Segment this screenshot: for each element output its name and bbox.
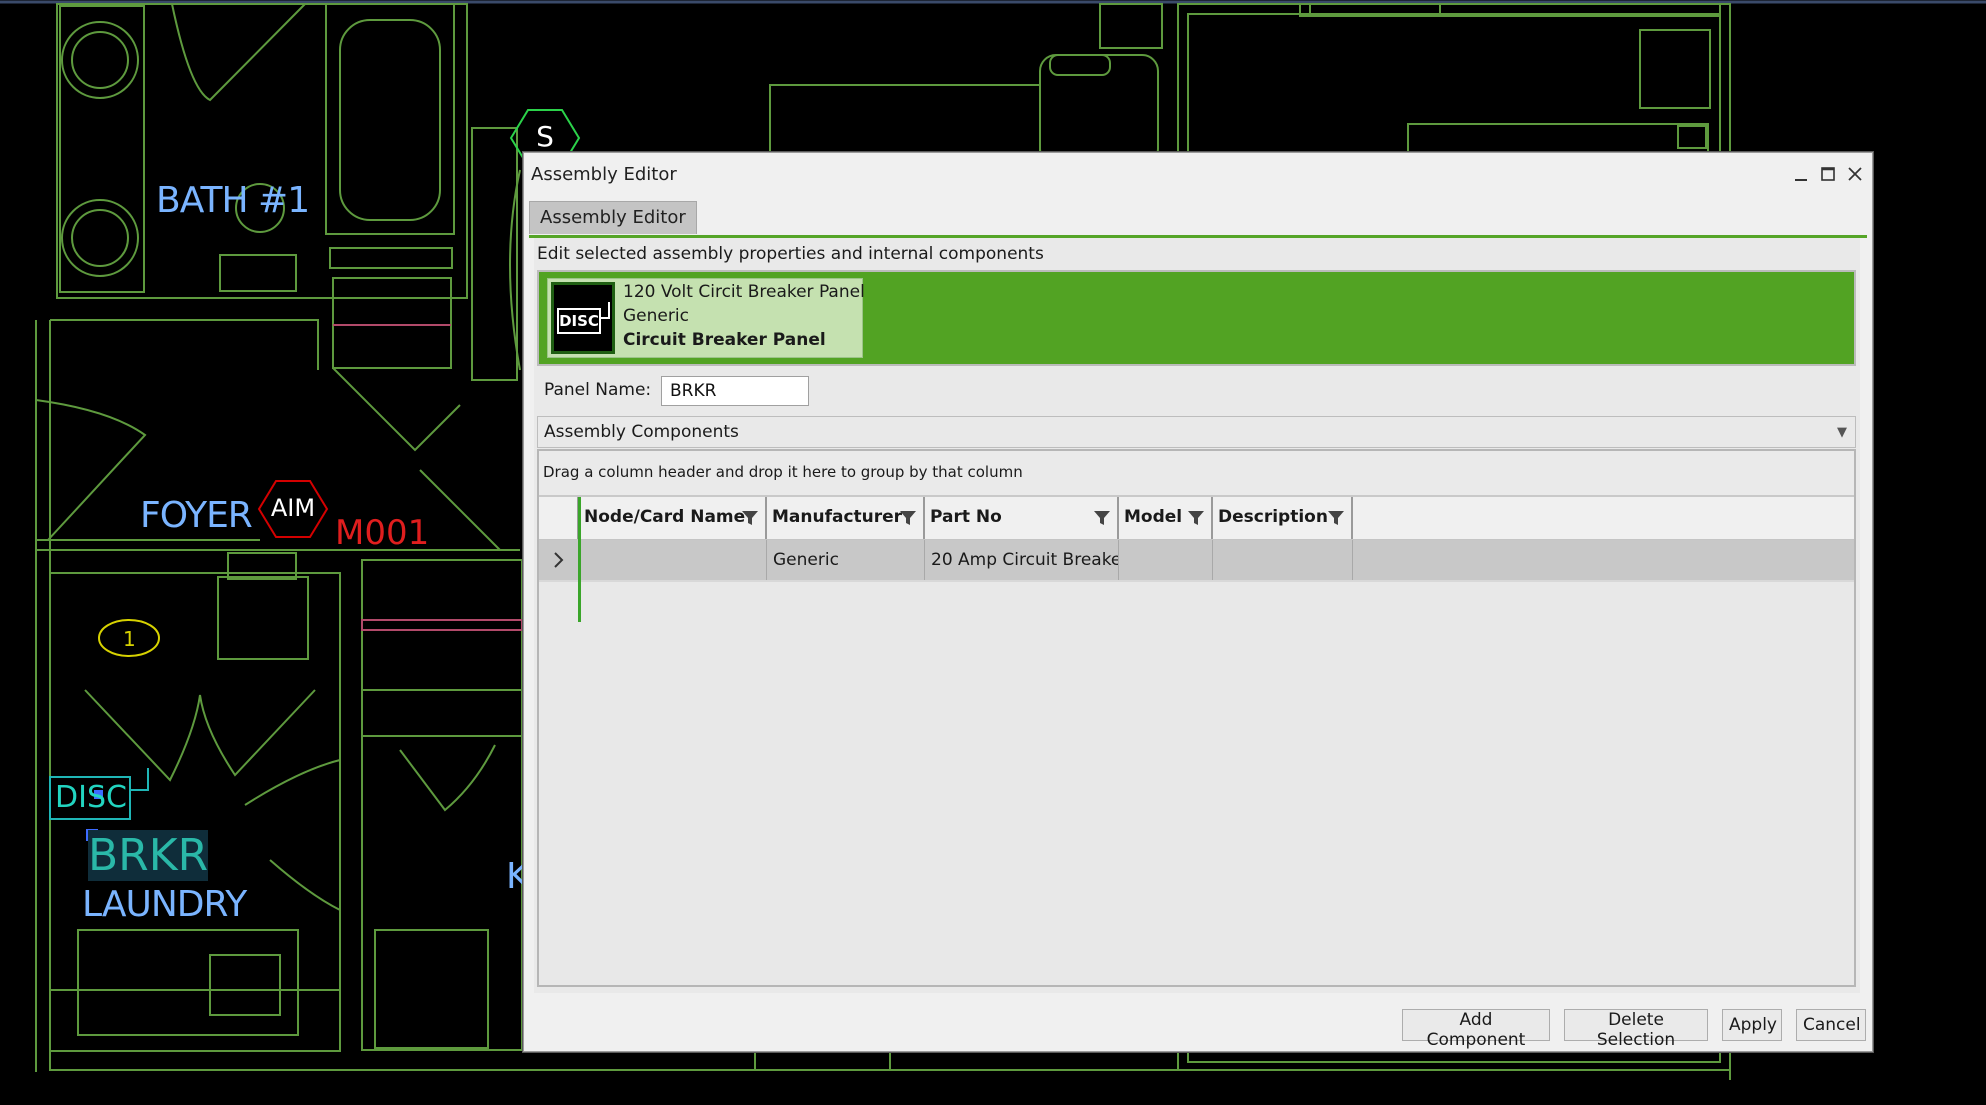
editor-content: Edit selected assembly properties and in…	[534, 238, 1860, 993]
panel-name-input[interactable]	[661, 376, 809, 406]
add-component-button[interactable]: Add Component	[1402, 1009, 1550, 1050]
row-expander-cell[interactable]	[539, 540, 579, 580]
minimize-icon[interactable]	[1790, 163, 1812, 185]
column-header-label: Node/Card Name	[584, 507, 746, 527]
column-header-label: Model	[1124, 507, 1183, 527]
aim-tag: AIM	[270, 494, 316, 522]
tab-strip: Assembly Editor	[529, 199, 1867, 238]
cell-model[interactable]	[1119, 540, 1213, 580]
column-header-label: Manufacturer	[772, 507, 903, 527]
column-header-manufacturer[interactable]: Manufacturer	[767, 497, 925, 539]
chevron-right-icon[interactable]	[551, 550, 567, 570]
group-by-hint: Drag a column header and drop it here to…	[543, 463, 1023, 481]
room-label-foyer: FOYER	[140, 495, 253, 536]
column-header-model[interactable]: Model	[1119, 497, 1213, 539]
cell-node-card-name[interactable]	[579, 540, 767, 580]
cell-manufacturer[interactable]: Generic	[767, 540, 925, 580]
assembly-components-title: Assembly Components	[544, 422, 739, 442]
column-header-part-no[interactable]: Part No	[925, 497, 1119, 539]
expander-column-header	[539, 497, 579, 539]
column-header-node-card-name[interactable]: Node/Card Name	[579, 497, 767, 539]
dialog-footer: Add Component Delete Selection Apply Can…	[524, 999, 1872, 1051]
room-label-bath: BATH #1	[156, 180, 310, 221]
components-grid: Drag a column header and drop it here to…	[537, 449, 1856, 987]
delete-selection-button[interactable]: Delete Selection	[1564, 1009, 1708, 1050]
assembly-editor-dialog: Assembly Editor Assembly Editor Edit sel…	[523, 152, 1873, 1052]
brkr-label[interactable]: BRKR	[88, 830, 209, 881]
circle-tag-1: 1	[123, 627, 136, 651]
collapse-arrow-icon[interactable]: ▼	[1837, 425, 1847, 440]
s-tag: S	[536, 120, 554, 153]
title-bar[interactable]: Assembly Editor	[524, 153, 1872, 195]
panel-name-label: Panel Name:	[544, 380, 652, 400]
assembly-components-header[interactable]: Assembly Components ▼	[537, 416, 1856, 448]
maximize-icon[interactable]	[1817, 163, 1839, 185]
group-by-panel[interactable]: Drag a column header and drop it here to…	[539, 451, 1854, 497]
assembly-name: 120 Volt Circit Breaker Panel	[623, 282, 865, 302]
tab-assembly-editor[interactable]: Assembly Editor	[529, 201, 697, 234]
disc-tag[interactable]: DISC	[55, 780, 127, 815]
cell-description[interactable]	[1213, 540, 1353, 580]
column-header-label: Part No	[930, 507, 1002, 527]
column-header-label: Description	[1218, 507, 1328, 527]
cancel-button[interactable]: Cancel	[1796, 1009, 1866, 1041]
editor-description: Edit selected assembly properties and in…	[537, 244, 1044, 264]
row-selection-indicator	[578, 497, 581, 622]
disc-icon-label: DISC	[557, 308, 601, 334]
filter-icon[interactable]	[1187, 509, 1205, 527]
filter-icon[interactable]	[1093, 509, 1111, 527]
filter-icon[interactable]	[899, 509, 917, 527]
room-label-laundry: LAUNDRY	[82, 884, 247, 925]
column-header-description[interactable]: Description	[1213, 497, 1353, 539]
close-icon[interactable]	[1844, 163, 1866, 185]
grid-header-row: Node/Card Name Manufacturer Part No Mode…	[539, 497, 1854, 540]
apply-button[interactable]: Apply	[1722, 1009, 1782, 1041]
assembly-banner: DISC 120 Volt Circit Breaker Panel Gener…	[537, 270, 1856, 366]
window-title: Assembly Editor	[531, 163, 677, 185]
cell-part-no[interactable]: 20 Amp Circuit Breaker	[925, 540, 1119, 580]
filter-icon[interactable]	[741, 509, 759, 527]
m001-tag: M001	[335, 513, 430, 553]
filter-icon[interactable]	[1327, 509, 1345, 527]
assembly-type: Circuit Breaker Panel	[623, 330, 826, 350]
table-row[interactable]: Generic 20 Amp Circuit Breaker	[539, 540, 1854, 582]
assembly-manufacturer: Generic	[623, 306, 689, 326]
disc-panel-icon: DISC	[551, 282, 615, 354]
assembly-card[interactable]: DISC 120 Volt Circit Breaker Panel Gener…	[547, 278, 865, 358]
